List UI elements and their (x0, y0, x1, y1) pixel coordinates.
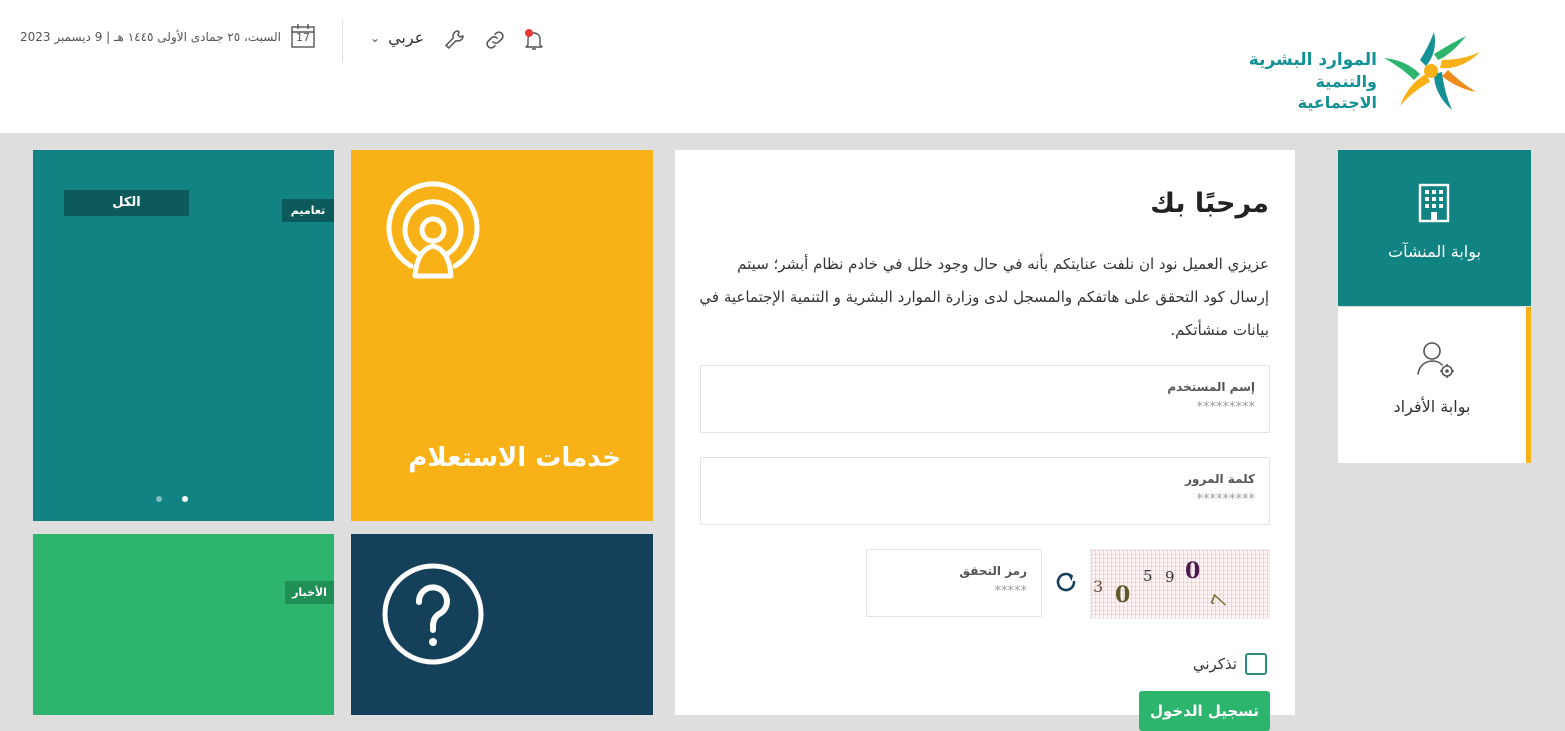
question-circle-icon (381, 562, 485, 670)
username-field[interactable]: إسم المستخدم (700, 365, 1270, 433)
language-switcher[interactable]: ⌄ عربي (370, 28, 424, 47)
wrench-icon[interactable] (443, 28, 467, 52)
header-divider (342, 20, 343, 62)
individuals-portal-tab[interactable]: بوابة الأفراد (1338, 307, 1531, 463)
refresh-captcha-icon[interactable] (1054, 570, 1078, 594)
captcha-image: 3 0 5 9 0 7 (1090, 549, 1270, 619)
logo-line-2: والتنمية الاجتماعية (1297, 72, 1377, 112)
logo-star-icon (1384, 32, 1480, 110)
language-label: عربي (388, 28, 425, 47)
login-button[interactable]: تسجيل الدخول (1139, 691, 1270, 731)
building-icon (1417, 183, 1451, 227)
welcome-title: مرحبًا بك (1150, 188, 1269, 219)
carousel-dot[interactable] (156, 496, 162, 502)
password-input[interactable] (735, 492, 1255, 507)
bell-icon[interactable] (522, 28, 546, 52)
captcha-char: 0 (1115, 582, 1130, 608)
captcha-input[interactable] (877, 584, 1027, 599)
top-header: الموارد البشرية والتنمية الاجتماعية السب… (0, 0, 1565, 133)
header-date: السبت، ٢٥ جمادى الأولى ١٤٤٥ هـ | 9 ديسمب… (19, 30, 281, 44)
remember-me[interactable]: تذكرني (1193, 653, 1267, 675)
captcha-char: 9 (1165, 568, 1175, 586)
remember-label: تذكرني (1192, 655, 1237, 673)
captcha-field[interactable]: رمز التحقق (866, 549, 1042, 617)
calendar-day: 17 (296, 31, 310, 44)
logo-line-1: الموارد البشرية (1248, 50, 1377, 70)
captcha-char: 3 (1093, 577, 1103, 596)
inquiry-services-tile[interactable]: خدمات الاستعلام (351, 150, 653, 521)
captcha-char: 5 (1143, 567, 1153, 585)
password-field[interactable]: كلمة المرور (700, 457, 1270, 525)
establishments-portal-tab[interactable]: بوابة المنشآت (1338, 150, 1531, 306)
user-gear-icon (1417, 340, 1457, 384)
captcha-label: رمز التحقق (959, 564, 1027, 578)
login-card: مرحبًا بك عزيزي العميل نود ان نلفت عنايت… (675, 150, 1295, 731)
carousel-dots (156, 496, 188, 502)
news-tag: الأخبار (285, 581, 334, 604)
username-label: إسم المستخدم (1167, 380, 1255, 394)
ministry-logo[interactable]: الموارد البشرية والتنمية الاجتماعية (1232, 30, 1482, 112)
carousel-dot-active[interactable] (182, 496, 188, 502)
intro-text: عزيزي العميل نود ان نلفت عنايتكم بأنه في… (699, 255, 1269, 339)
username-input[interactable] (735, 400, 1255, 415)
news-tile[interactable]: الأخبار (33, 534, 334, 715)
password-label: كلمة المرور (1185, 472, 1255, 486)
help-tile[interactable] (351, 534, 653, 715)
person-broadcast-icon (381, 178, 485, 286)
captcha-char: 0 (1185, 558, 1200, 584)
individuals-portal-label: بوابة الأفراد (1393, 397, 1471, 416)
circulars-tile[interactable]: الكل تعاميم (33, 150, 334, 521)
all-button[interactable]: الكل (64, 190, 189, 216)
circulars-tag: تعاميم (282, 199, 334, 222)
inquiry-services-title: خدمات الاستعلام (408, 443, 621, 473)
link-icon[interactable] (483, 28, 507, 52)
establishments-portal-label: بوابة المنشآت (1388, 242, 1481, 261)
calendar-icon: 17 (290, 23, 316, 49)
remember-checkbox[interactable] (1245, 653, 1267, 675)
chevron-down-icon: ⌄ (370, 30, 381, 45)
